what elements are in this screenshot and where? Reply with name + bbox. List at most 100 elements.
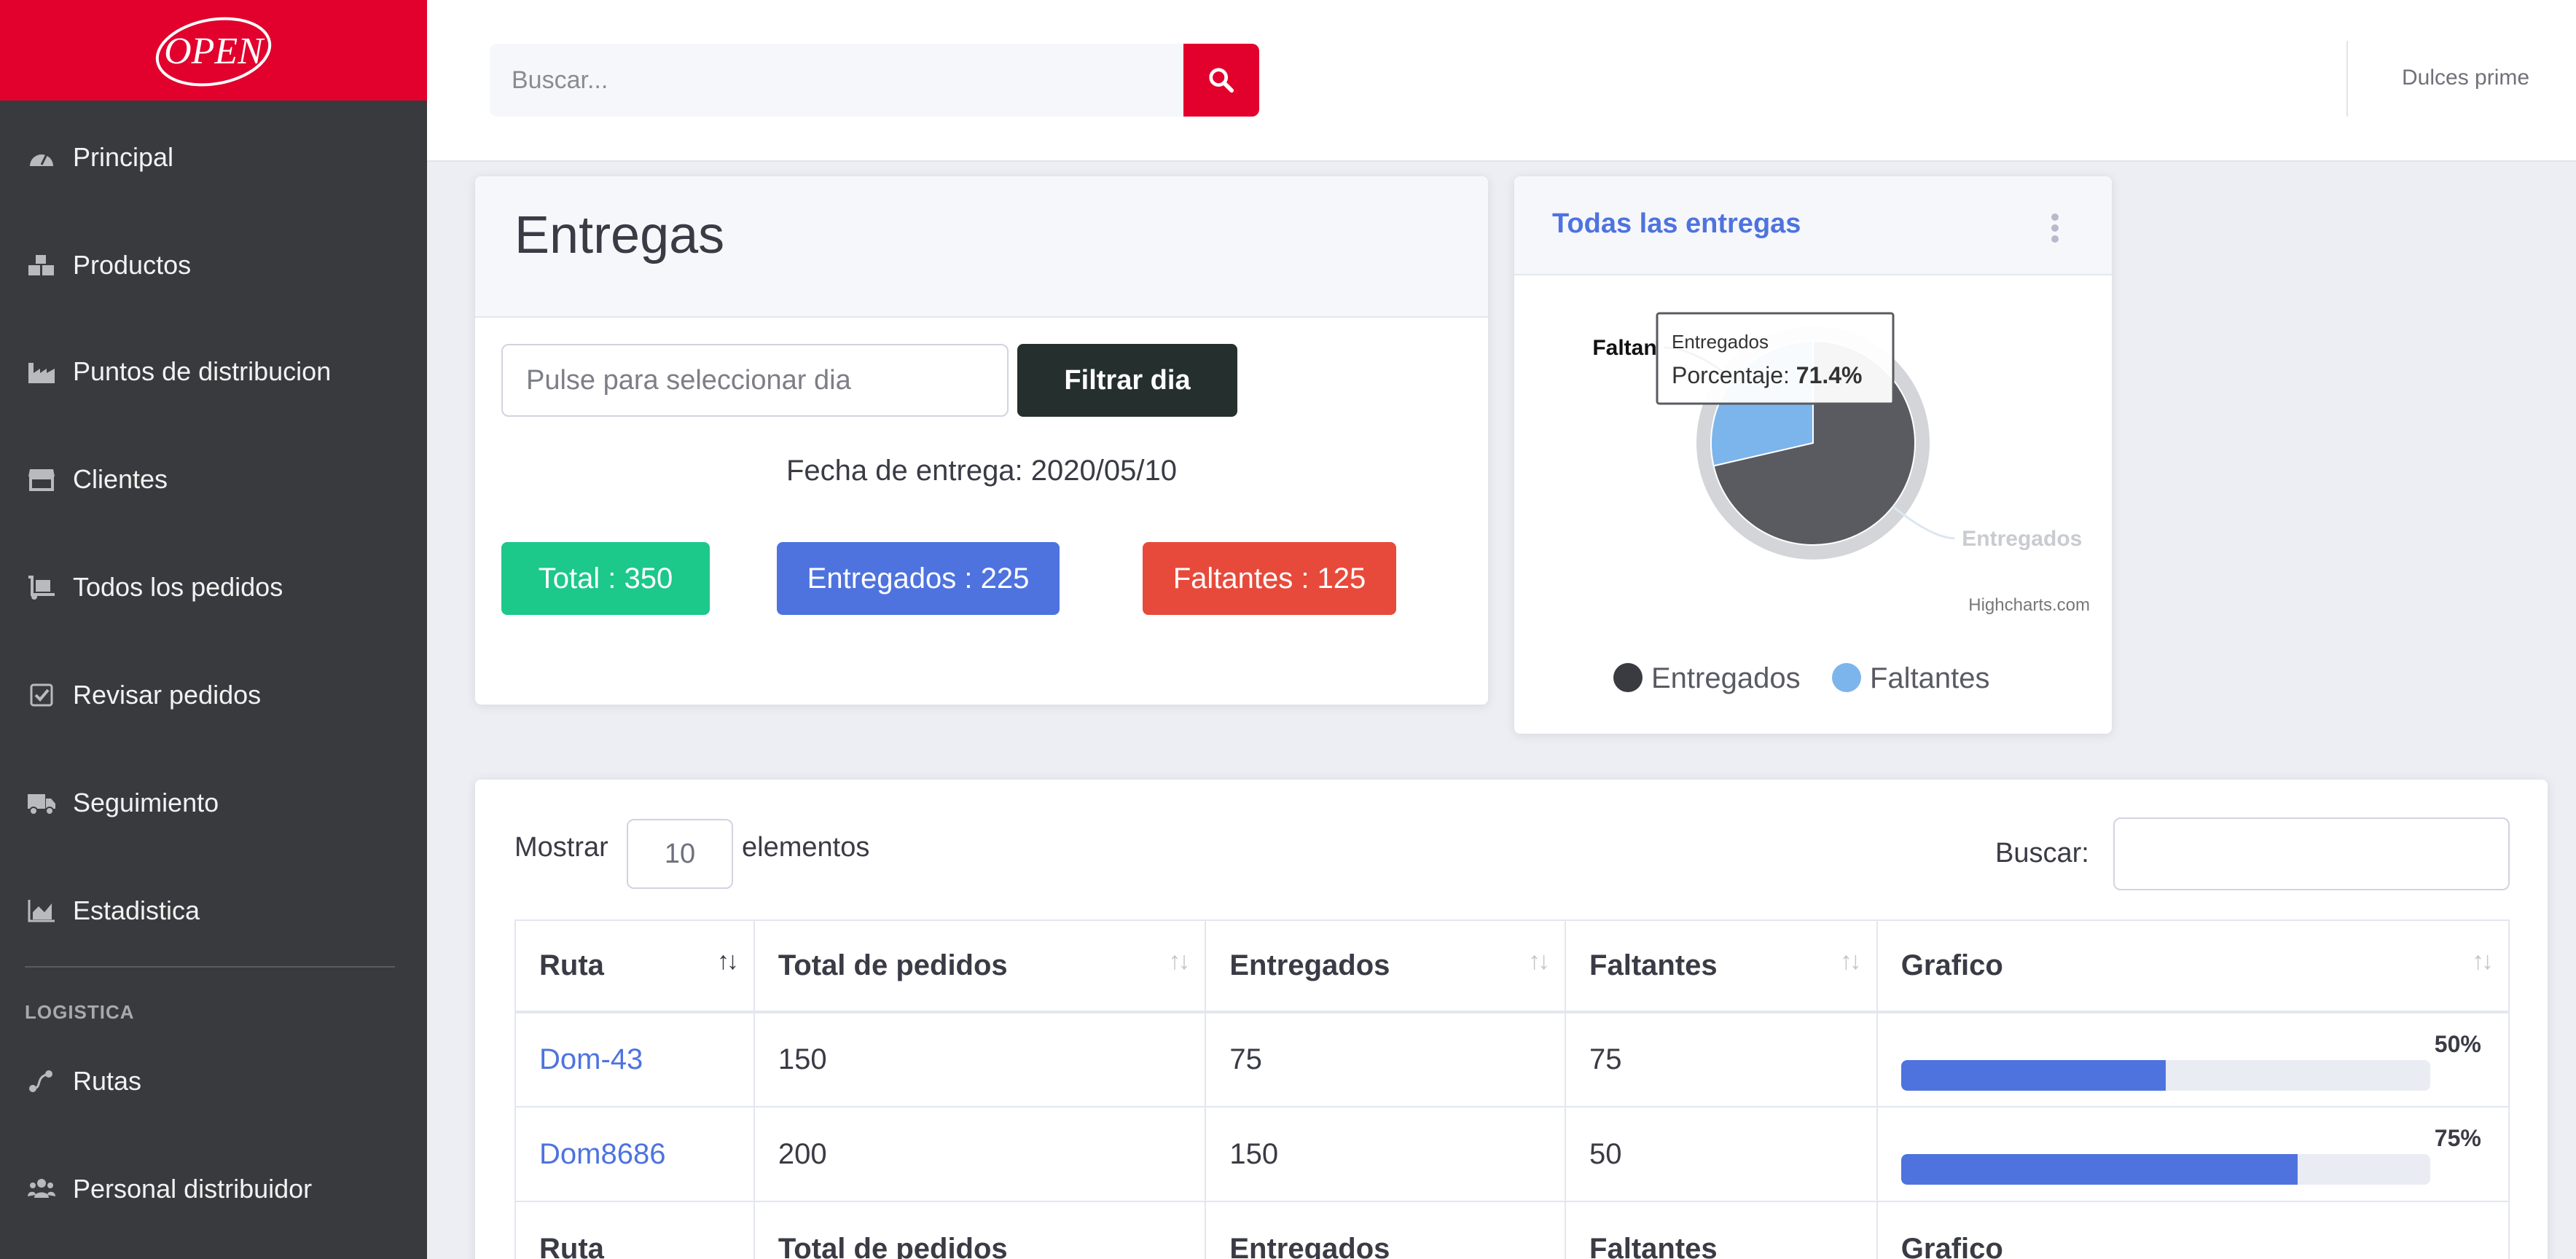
column-header-entregados[interactable]: Entregados ↑↓ bbox=[1205, 919, 1567, 1013]
sidebar-item-estadistica[interactable]: Estadistica bbox=[0, 874, 427, 947]
filter-day-button[interactable]: Filtrar dia bbox=[1017, 344, 1237, 417]
page-title: Entregas bbox=[514, 206, 725, 264]
search-button[interactable] bbox=[1183, 44, 1259, 117]
cell-total: 150 bbox=[753, 1011, 1207, 1107]
sidebar-item-productos[interactable]: Productos bbox=[0, 229, 427, 302]
sidebar-item-label: Seguimiento bbox=[73, 788, 219, 817]
industry-icon bbox=[25, 357, 58, 386]
check-square-icon bbox=[25, 681, 58, 710]
sidebar-heading: LOGISTICA bbox=[25, 1001, 135, 1023]
missing-badge: Faltantes : 125 bbox=[1143, 542, 1396, 615]
sidebar-item-label: Principal bbox=[73, 142, 174, 172]
tooltip-value: Porcentaje: 71.4% bbox=[1672, 362, 1863, 388]
delivered-badge: Entregados : 225 bbox=[777, 542, 1060, 615]
legend-marker-entregados bbox=[1613, 663, 1643, 692]
entries-length-input[interactable] bbox=[627, 819, 733, 889]
route-link[interactable]: Dom-43 bbox=[539, 1043, 643, 1075]
sidebar-item-seguimiento[interactable]: Seguimiento bbox=[0, 766, 427, 839]
cell-ruta: Dom8686 bbox=[514, 1106, 755, 1202]
sidebar-item-label: Revisar pedidos bbox=[73, 680, 262, 710]
more-options-icon[interactable] bbox=[2048, 211, 2062, 245]
sort-icon: ↑↓ bbox=[1839, 947, 1862, 975]
progress-bar bbox=[1900, 1154, 2430, 1185]
open-logo-icon: OPEN bbox=[155, 17, 272, 87]
delivery-date-text: Fecha de entrega: 2020/05/10 bbox=[786, 455, 1177, 487]
sidebar-item-todos-los-pedidos[interactable]: Todos los pedidos bbox=[0, 551, 427, 624]
dolly-icon bbox=[25, 573, 58, 602]
svg-text:OPEN: OPEN bbox=[164, 31, 265, 72]
legend-marker-faltantes bbox=[1832, 663, 1861, 692]
sort-icon: ↑↓ bbox=[716, 947, 739, 975]
progress-bar bbox=[1900, 1060, 2430, 1091]
column-label: Ruta bbox=[539, 949, 604, 981]
sidebar-item-label: Todos los pedidos bbox=[73, 572, 283, 602]
cell-entregados: 150 bbox=[1205, 1106, 1567, 1202]
cell-faltantes: 50 bbox=[1565, 1106, 1878, 1202]
cell-total: 200 bbox=[753, 1106, 1207, 1202]
legend-item-faltantes: Faltantes bbox=[1870, 662, 1990, 694]
search-icon bbox=[1209, 68, 1234, 93]
table-search-input[interactable] bbox=[2113, 817, 2510, 890]
sidebar: OPEN Principal Productos Puntos de distr… bbox=[0, 0, 427, 1259]
table-search-label: Buscar: bbox=[1995, 838, 2089, 868]
sidebar-item-revisar-pedidos[interactable]: Revisar pedidos bbox=[0, 659, 427, 732]
sidebar-divider bbox=[25, 966, 395, 968]
table-row: Dom8686 200 150 50 75% bbox=[514, 1106, 2510, 1202]
sidebar-item-principal[interactable]: Principal bbox=[0, 121, 427, 194]
table-row: Dom-43 150 75 75 50% bbox=[514, 1011, 2510, 1107]
chart-title: Todas las entregas bbox=[1552, 208, 1801, 239]
column-label: Grafico bbox=[1900, 949, 2003, 981]
entregas-card: Entregas Filtrar dia Fecha de entrega: 2… bbox=[475, 176, 1488, 705]
sort-icon: ↑↓ bbox=[1528, 947, 1550, 975]
column-header-total[interactable]: Total de pedidos ↑↓ bbox=[753, 919, 1207, 1013]
route-link[interactable]: Dom8686 bbox=[539, 1138, 665, 1170]
sidebar-item-label: Personal distribuidor bbox=[73, 1174, 313, 1204]
user-name[interactable]: Dulces prime bbox=[2402, 66, 2529, 90]
tooltip-value-number: 71.4% bbox=[1796, 362, 1863, 388]
legend-item-entregados: Entregados bbox=[1651, 662, 1801, 694]
progress-fill bbox=[1900, 1154, 2298, 1185]
cell-entregados: 75 bbox=[1205, 1011, 1567, 1107]
column-label: Total de pedidos bbox=[778, 949, 1008, 981]
progress-label: 50% bbox=[2434, 1031, 2481, 1057]
topbar: Dulces prime bbox=[427, 0, 2576, 162]
column-header-grafico[interactable]: Grafico ↑↓ bbox=[1876, 919, 2510, 1013]
brand-logo[interactable]: OPEN bbox=[0, 0, 427, 101]
cell-ruta: Dom-43 bbox=[514, 1011, 755, 1107]
progress-label: 75% bbox=[2434, 1125, 2481, 1151]
entregas-card-header: Entregas bbox=[475, 176, 1488, 318]
sidebar-item-clientes[interactable]: Clientes bbox=[0, 443, 427, 516]
column-header-faltantes[interactable]: Faltantes ↑↓ bbox=[1565, 919, 1878, 1013]
topbar-divider bbox=[2346, 41, 2348, 117]
sidebar-item-rutas[interactable]: Rutas bbox=[0, 1045, 427, 1118]
sidebar-item-puntos-de-distribucion[interactable]: Puntos de distribucion bbox=[0, 335, 427, 408]
sidebar-item-label: Productos bbox=[73, 250, 192, 280]
highcharts-credits: Highcharts.com bbox=[1968, 595, 2090, 615]
chart-area-icon bbox=[25, 896, 58, 925]
date-picker-input[interactable] bbox=[501, 344, 1009, 417]
window-bottom-edge bbox=[0, 1250, 2576, 1259]
cell-grafico: 75% bbox=[1876, 1106, 2510, 1202]
tooltip-series-name: Entregados bbox=[1672, 331, 1769, 353]
pie-chart: Entregados Faltan Entregados Porcentaje: 71… bbox=[1592, 312, 2090, 694]
dashboard-icon bbox=[25, 143, 58, 172]
sort-icon: ↑↓ bbox=[2472, 947, 2494, 975]
progress-fill bbox=[1900, 1060, 2166, 1091]
boxes-icon bbox=[25, 251, 58, 280]
sort-icon: ↑↓ bbox=[1168, 947, 1190, 975]
total-badge: Total : 350 bbox=[501, 542, 710, 615]
column-header-ruta[interactable]: Ruta ↑↓ bbox=[514, 919, 755, 1013]
column-label: Entregados bbox=[1229, 949, 1390, 981]
chart-card-header: Todas las entregas bbox=[1514, 176, 2112, 275]
store-icon bbox=[25, 465, 58, 494]
pie-chart-card: Todas las entregas Entregados Faltan Entre… bbox=[1514, 176, 2112, 734]
sidebar-item-personal-distribuidor[interactable]: Personal distribuidor bbox=[0, 1153, 427, 1225]
route-icon bbox=[25, 1067, 58, 1096]
show-entries-label: Mostrar bbox=[514, 832, 608, 863]
entries-suffix-label: elementos bbox=[742, 832, 870, 863]
table-header-row: Ruta ↑↓ Total de pedidos ↑↓ Entregados ↑↓ F… bbox=[514, 919, 2510, 1013]
routes-table: Ruta ↑↓ Total de pedidos ↑↓ Entregados ↑↓ F… bbox=[514, 919, 2510, 1259]
search-input[interactable] bbox=[490, 44, 1188, 117]
cell-grafico: 50% bbox=[1876, 1011, 2510, 1107]
users-icon bbox=[25, 1174, 58, 1204]
